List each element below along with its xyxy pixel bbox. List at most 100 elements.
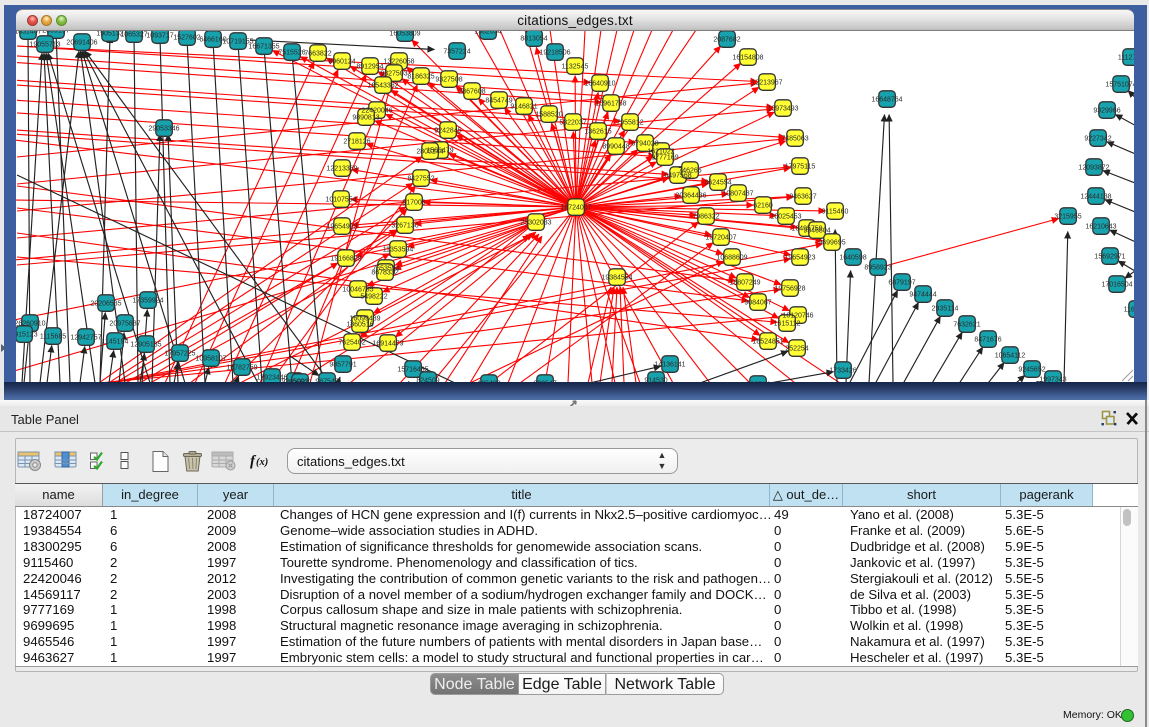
svg-text:8958923: 8958923 bbox=[864, 265, 891, 272]
svg-text:16648764: 16648764 bbox=[871, 97, 902, 104]
svg-text:9084067: 9084067 bbox=[744, 300, 771, 307]
svg-text:10958107: 10958107 bbox=[195, 356, 226, 363]
svg-text:29053346: 29053346 bbox=[148, 126, 179, 133]
svg-text:14136141: 14136141 bbox=[654, 362, 685, 369]
svg-text:9329966: 9329966 bbox=[1093, 108, 1120, 115]
svg-text:7955812: 7955812 bbox=[616, 120, 643, 127]
svg-text:917006: 917006 bbox=[402, 200, 425, 207]
svg-text:746266: 746266 bbox=[678, 168, 701, 175]
svg-text:1167533: 1167533 bbox=[1124, 307, 1134, 314]
svg-text:9777169: 9777169 bbox=[651, 155, 678, 162]
svg-text:2087682: 2087682 bbox=[713, 37, 740, 44]
svg-text:10025453: 10025453 bbox=[770, 214, 801, 221]
svg-text:2309197: 2309197 bbox=[42, 31, 69, 35]
svg-text:1527602: 1527602 bbox=[173, 35, 200, 42]
svg-text:8427552: 8427552 bbox=[407, 176, 434, 183]
svg-text:1132545: 1132545 bbox=[562, 64, 589, 71]
svg-text:209547: 209547 bbox=[533, 381, 556, 382]
svg-text:7625402: 7625402 bbox=[338, 340, 365, 347]
svg-text:17957225: 17957225 bbox=[164, 351, 195, 358]
svg-text:10046785: 10046785 bbox=[342, 287, 373, 294]
svg-text:10107554: 10107554 bbox=[325, 197, 356, 204]
svg-text:25302033: 25302033 bbox=[520, 220, 551, 227]
svg-text:2935114: 2935114 bbox=[932, 306, 959, 313]
svg-text:7485063: 7485063 bbox=[781, 136, 808, 143]
svg-text:9890813: 9890813 bbox=[352, 115, 379, 122]
svg-text:2867608: 2867608 bbox=[458, 89, 485, 96]
svg-text:12942757: 12942757 bbox=[70, 335, 101, 342]
svg-text:9463627: 9463627 bbox=[789, 194, 816, 201]
svg-text:10688609: 10688609 bbox=[716, 255, 747, 262]
svg-text:12213967: 12213967 bbox=[751, 80, 782, 87]
svg-text:8960124: 8960124 bbox=[328, 59, 355, 66]
svg-text:987542: 987542 bbox=[315, 379, 338, 382]
svg-text:19654923: 19654923 bbox=[326, 224, 357, 231]
svg-text:5498222: 5498222 bbox=[360, 294, 387, 301]
svg-text:9699695: 9699695 bbox=[818, 240, 845, 247]
svg-text:15692971: 15692971 bbox=[1094, 254, 1125, 261]
svg-text:62160: 62160 bbox=[753, 203, 773, 210]
svg-text:8912954: 8912954 bbox=[356, 64, 383, 71]
svg-text:1145194: 1145194 bbox=[102, 339, 129, 346]
svg-text:1093717: 1093717 bbox=[146, 33, 173, 40]
svg-text:9327503: 9327503 bbox=[380, 71, 407, 78]
svg-text:824509: 824509 bbox=[416, 378, 439, 382]
svg-text:16782759: 16782759 bbox=[226, 365, 257, 372]
svg-text:3624554: 3624554 bbox=[704, 180, 731, 187]
svg-text:16210643: 16210643 bbox=[1085, 224, 1116, 231]
svg-text:10120746: 10120746 bbox=[782, 313, 813, 320]
svg-text:20206535: 20206535 bbox=[90, 301, 121, 308]
svg-text:9146821: 9146821 bbox=[510, 104, 537, 111]
svg-text:3215955: 3215955 bbox=[1054, 214, 1081, 221]
svg-text:10973493: 10973493 bbox=[767, 106, 798, 113]
svg-text:17016504: 17016504 bbox=[1101, 282, 1132, 289]
svg-text:9245652: 9245652 bbox=[1018, 367, 1045, 374]
svg-text:19218506: 19218506 bbox=[539, 50, 570, 57]
svg-text:1860516: 1860516 bbox=[346, 322, 373, 329]
svg-text:1733426: 1733426 bbox=[829, 368, 856, 375]
svg-text:8186325: 8186325 bbox=[407, 74, 434, 81]
svg-text:2803144: 2803144 bbox=[416, 149, 443, 156]
svg-text:16640910: 16640910 bbox=[584, 81, 615, 88]
svg-text:16154808: 16154808 bbox=[732, 55, 763, 62]
svg-text:1115685: 1115685 bbox=[40, 334, 66, 341]
svg-text:22420046: 22420046 bbox=[361, 108, 392, 115]
svg-text:9327508: 9327508 bbox=[435, 77, 462, 84]
svg-text:1982654: 1982654 bbox=[474, 31, 501, 36]
svg-text:16053809: 16053809 bbox=[389, 31, 420, 38]
svg-text:8454749: 8454749 bbox=[485, 98, 512, 105]
svg-text:16671355: 16671355 bbox=[248, 44, 279, 51]
svg-text:20975887: 20975887 bbox=[109, 321, 140, 328]
svg-text:10654112: 10654112 bbox=[995, 353, 1026, 360]
svg-text:18524851: 18524851 bbox=[752, 339, 783, 346]
svg-text:17975115: 17975115 bbox=[785, 164, 816, 171]
svg-text:(x): (x) bbox=[256, 457, 268, 468]
svg-text:6879197: 6879197 bbox=[888, 280, 915, 287]
svg-text:7357224: 7357224 bbox=[443, 49, 470, 56]
svg-text:9474444: 9474444 bbox=[909, 292, 936, 299]
svg-text:1112765: 1112765 bbox=[1118, 55, 1134, 62]
svg-text:1615112: 1615112 bbox=[774, 321, 801, 328]
svg-text:10807487: 10807487 bbox=[722, 191, 753, 198]
svg-text:16543362: 16543362 bbox=[367, 83, 398, 90]
svg-text:19166829: 19166829 bbox=[330, 256, 361, 263]
svg-text:105482: 105482 bbox=[477, 381, 500, 382]
svg-text:12093872: 12093872 bbox=[1078, 165, 1109, 172]
svg-text:6794028: 6794028 bbox=[631, 141, 658, 148]
svg-text:19055713: 19055713 bbox=[29, 42, 60, 49]
svg-text:8990448: 8990448 bbox=[602, 144, 629, 151]
svg-text:7663822: 7663822 bbox=[304, 51, 331, 58]
svg-text:13226058: 13226058 bbox=[383, 59, 414, 66]
svg-text:8678332: 8678332 bbox=[371, 270, 398, 277]
svg-text:1640598: 1640598 bbox=[839, 255, 866, 262]
svg-text:905522: 905522 bbox=[288, 380, 311, 382]
svg-text:20691406: 20691406 bbox=[66, 40, 97, 47]
svg-text:2718126: 2718126 bbox=[343, 139, 370, 146]
svg-text:19384554: 19384554 bbox=[601, 275, 632, 282]
svg-text:15716485: 15716485 bbox=[397, 367, 428, 374]
svg-text:1065327: 1065327 bbox=[120, 32, 147, 39]
svg-text:1997343: 1997343 bbox=[1039, 377, 1066, 382]
svg-text:18807249: 18807249 bbox=[729, 280, 760, 287]
svg-text:5322037: 5322037 bbox=[559, 120, 586, 127]
svg-text:3267130: 3267130 bbox=[391, 223, 418, 230]
